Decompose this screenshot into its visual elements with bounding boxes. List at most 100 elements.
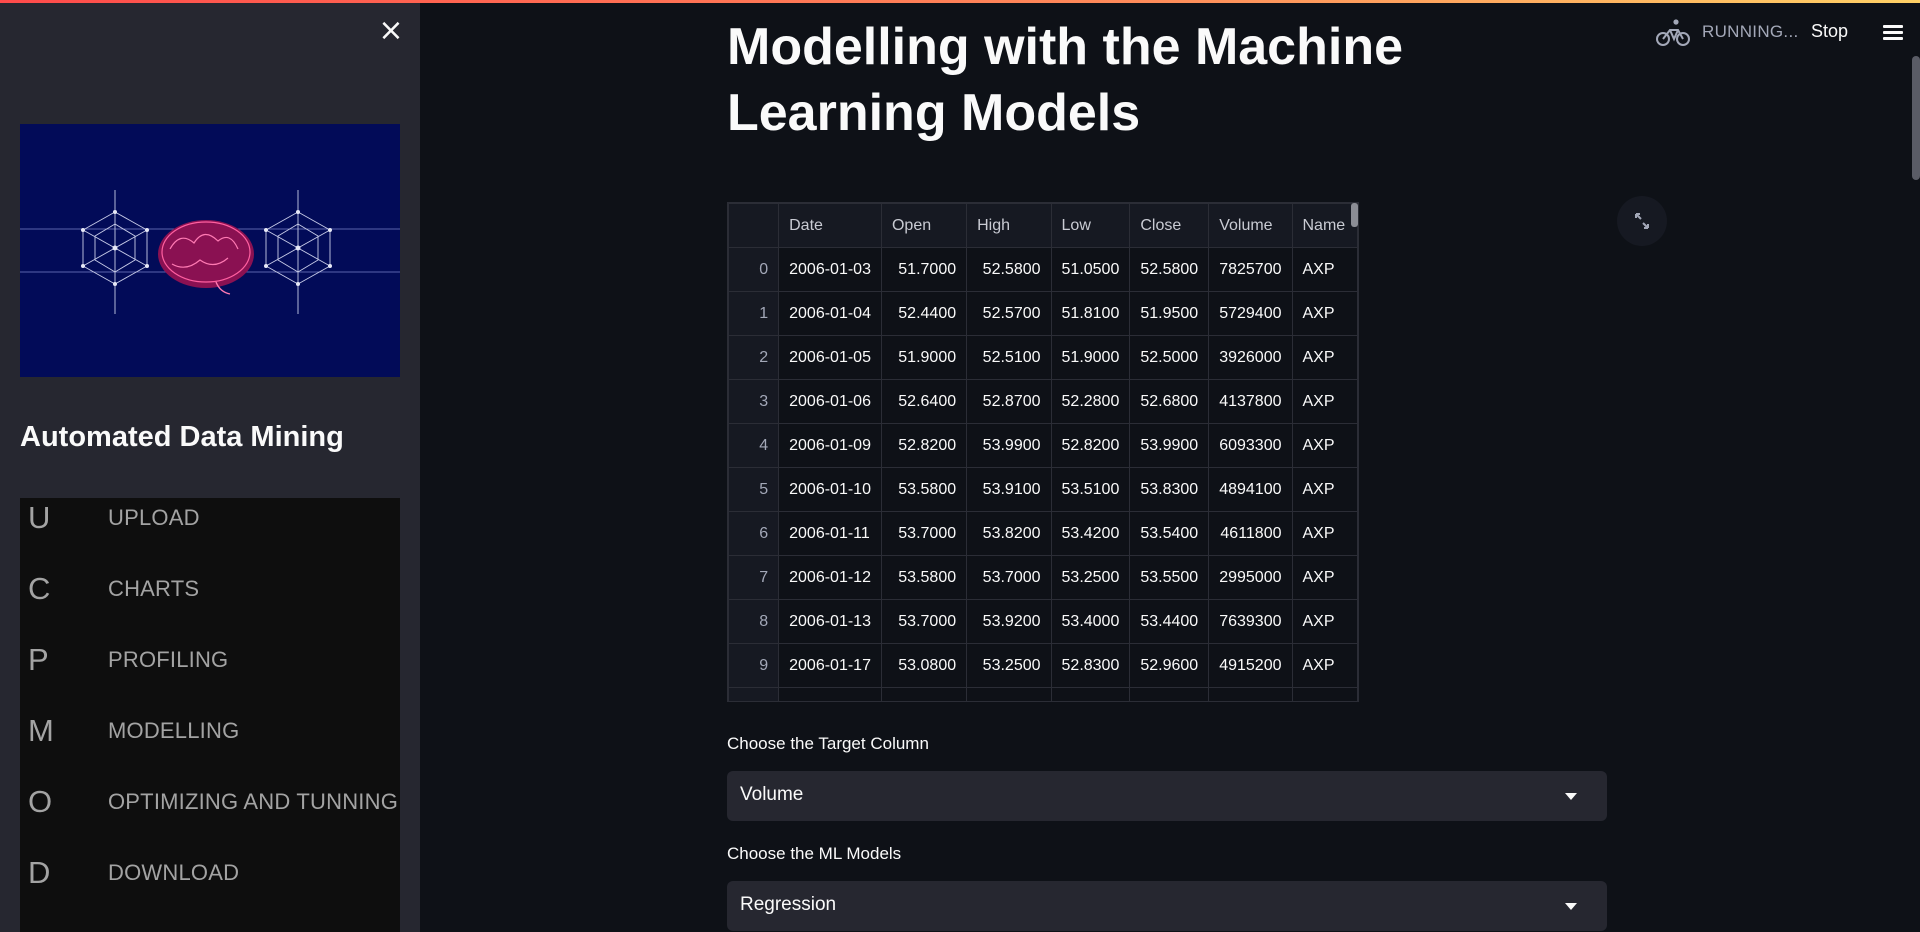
table-header-row: Date Open High Low Close Volume Name <box>728 203 1358 248</box>
table-cell <box>880 687 968 701</box>
table-cell: 2006-01-12 <box>778 555 882 600</box>
page-title-line1: Modelling with the Machine <box>727 18 1403 76</box>
table-cell: 53.7000 <box>966 555 1052 600</box>
dataframe-table[interactable]: Date Open High Low Close Volume Name 0 2006-01-… <box>727 202 1359 702</box>
table-cell: 2006-01-17 <box>778 643 882 688</box>
nav-item-charts[interactable]: C CHARTS <box>20 569 400 629</box>
table-cell: 53.4400 <box>1129 599 1210 644</box>
table-scrollbar[interactable] <box>1351 203 1358 227</box>
table-row: 9 2006-01-17 53.0800 53.2500 52.8300 52.9600 4… <box>728 643 1358 688</box>
charts-icon: C <box>28 571 51 606</box>
table-cell: 53.9900 <box>966 423 1052 468</box>
column-header[interactable]: High <box>966 203 1052 248</box>
column-header[interactable]: Name <box>1291 203 1358 248</box>
table-cell: 53.0800 <box>880 643 968 688</box>
close-icon[interactable]: × <box>378 16 404 46</box>
nav-item-modelling[interactable]: M MODELLING <box>20 711 400 771</box>
app-header-controls: RUNNING... Stop <box>1620 18 1920 48</box>
nav-label-profiling: PROFILING <box>108 647 229 672</box>
table-cell: 52.5800 <box>1129 247 1210 292</box>
table-cell: AXP <box>1291 291 1358 336</box>
table-cell: 52.8300 <box>1050 643 1131 688</box>
nav-item-optimizing[interactable]: O OPTIMIZING AND TUNNING <box>20 782 400 842</box>
table-cell: 2006-01-05 <box>778 335 882 380</box>
row-index: 9 <box>728 643 780 688</box>
row-index: 5 <box>728 467 780 512</box>
table-cell <box>1050 687 1131 701</box>
table-cell: 3926000 <box>1208 335 1293 380</box>
table-cell: 52.2800 <box>1050 379 1131 424</box>
table-cell: 53.5800 <box>880 555 968 600</box>
table-cell: 52.8200 <box>1050 423 1131 468</box>
table-row: 6 2006-01-11 53.7000 53.8200 53.4200 53.5400 4… <box>728 511 1358 556</box>
page-scrollbar[interactable] <box>1912 56 1920 180</box>
table-row: 7 2006-01-12 53.5800 53.7000 53.2500 53.5500 2… <box>728 555 1358 600</box>
table-row <box>728 687 1358 701</box>
table-cell: 52.5700 <box>966 291 1052 336</box>
table-cell: AXP <box>1291 467 1358 512</box>
column-header[interactable] <box>728 203 780 248</box>
table-row: 5 2006-01-10 53.5800 53.9100 53.5100 53.8300 4… <box>728 467 1358 512</box>
table-cell: 52.6400 <box>880 379 968 424</box>
table-cell: AXP <box>1291 599 1358 644</box>
table-cell: 51.7000 <box>880 247 968 292</box>
ml-models-value: Regression <box>740 894 837 915</box>
table-cell: 52.5800 <box>966 247 1052 292</box>
row-index: 0 <box>728 247 780 292</box>
nav-item-profiling[interactable]: P PROFILING <box>20 640 400 700</box>
column-header[interactable]: Date <box>778 203 882 248</box>
data-table: Date Open High Low Close Volume Name 0 2006-01-… <box>728 203 1358 701</box>
nav-item-upload[interactable]: U UPLOAD <box>20 498 400 558</box>
row-index <box>728 687 780 701</box>
table-cell: 52.8700 <box>966 379 1052 424</box>
table-row: 4 2006-01-09 52.8200 53.9900 52.8200 53.9900 6… <box>728 423 1358 468</box>
table-cell: AXP <box>1291 379 1358 424</box>
stop-button[interactable]: Stop <box>1811 21 1848 42</box>
hamburger-menu-icon[interactable] <box>1880 20 1906 46</box>
nav-label-modelling: MODELLING <box>108 718 240 743</box>
table-cell: 52.9600 <box>1129 643 1210 688</box>
table-cell: 51.0500 <box>1050 247 1131 292</box>
table-cell: 53.4200 <box>1050 511 1131 556</box>
row-index: 2 <box>728 335 780 380</box>
page-title-line2: Learning Models <box>727 84 1141 142</box>
table-cell: 53.2500 <box>1050 555 1131 600</box>
table-cell: 53.5500 <box>1129 555 1210 600</box>
brain-network-illustration <box>20 124 400 377</box>
table-cell: 52.5100 <box>966 335 1052 380</box>
column-header[interactable]: Low <box>1050 203 1131 248</box>
table-cell <box>966 687 1052 701</box>
table-cell: 53.9100 <box>966 467 1052 512</box>
ml-models-select[interactable]: Regression <box>727 881 1607 931</box>
profiling-icon: P <box>28 642 49 677</box>
table-cell <box>778 687 882 701</box>
table-cell: 2006-01-04 <box>778 291 882 336</box>
table-cell: 53.5100 <box>1050 467 1131 512</box>
table-cell: 53.9900 <box>1129 423 1210 468</box>
table-cell: 7825700 <box>1208 247 1293 292</box>
row-index: 4 <box>728 423 780 468</box>
nav-label-optimizing: OPTIMIZING AND TUNNING <box>108 789 399 814</box>
optimizing-icon: O <box>28 784 53 819</box>
nav-label-upload: UPLOAD <box>108 505 200 530</box>
column-header[interactable]: Close <box>1129 203 1210 248</box>
table-cell: 51.9000 <box>880 335 968 380</box>
target-column-value: Volume <box>740 784 804 805</box>
column-header[interactable]: Volume <box>1208 203 1293 248</box>
table-cell: 53.2500 <box>966 643 1052 688</box>
target-column-select[interactable]: Volume <box>727 771 1607 821</box>
target-column-label: Choose the Target Column <box>727 734 929 753</box>
upload-icon: U <box>28 500 51 535</box>
table-cell: 53.5800 <box>880 467 968 512</box>
expand-icon[interactable] <box>1617 196 1667 246</box>
row-index: 1 <box>728 291 780 336</box>
table-row: 3 2006-01-06 52.6400 52.8700 52.2800 52.6800 4… <box>728 379 1358 424</box>
column-header[interactable]: Open <box>880 203 968 248</box>
table-cell: 4137800 <box>1208 379 1293 424</box>
table-cell: AXP <box>1291 247 1358 292</box>
table-row: 1 2006-01-04 52.4400 52.5700 51.8100 51.9500 5… <box>728 291 1358 336</box>
sidebar-title: Automated Data Mining <box>20 421 344 453</box>
table-cell: AXP <box>1291 643 1358 688</box>
modelling-icon: M <box>28 713 54 748</box>
nav-item-download[interactable]: D DOWNLOAD <box>20 853 400 913</box>
